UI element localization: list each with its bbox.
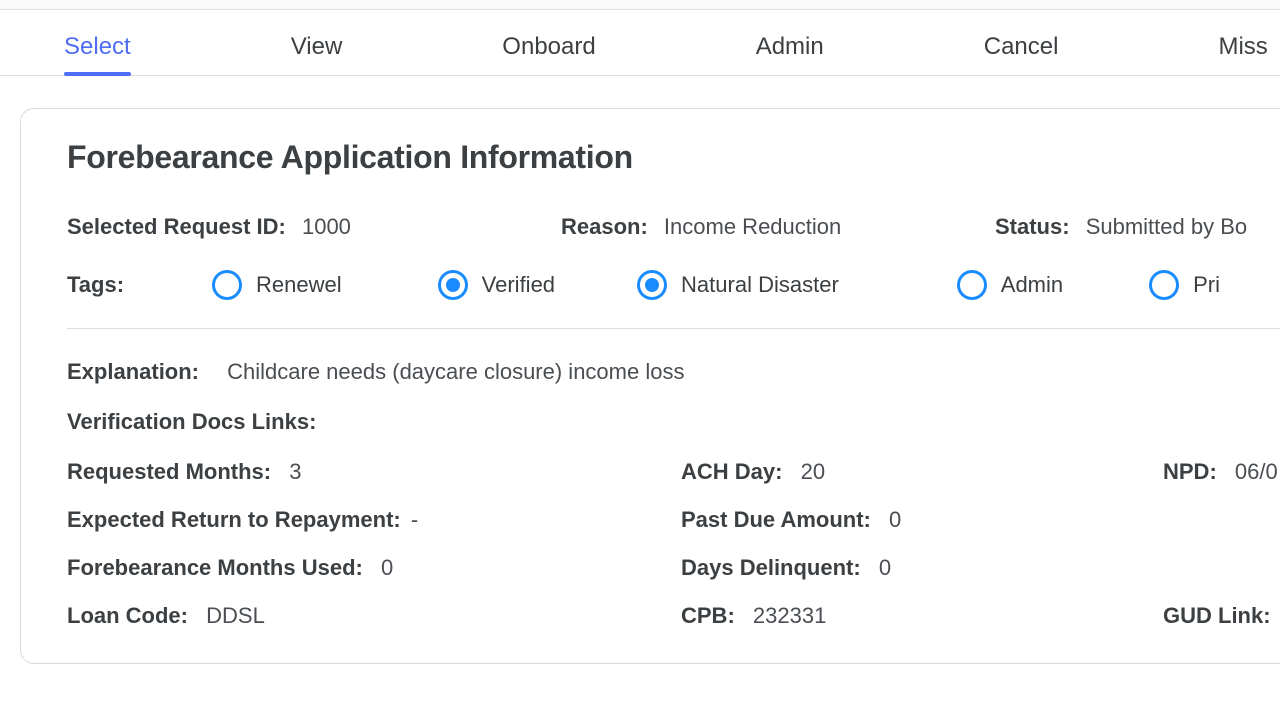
reason-label: Reason: — [561, 214, 648, 239]
summary-row: Selected Request ID: 1000 Reason: Income… — [67, 214, 1280, 240]
verification-docs-label: Verification Docs Links: — [67, 409, 316, 434]
radio-icon — [957, 270, 987, 300]
divider — [67, 328, 1280, 329]
months-used-value: 0 — [381, 555, 393, 580]
loan-code-label: Loan Code: — [67, 603, 188, 628]
request-id-label: Selected Request ID: — [67, 214, 286, 239]
tag-label: Verified — [482, 272, 555, 298]
reason-value: Income Reduction — [664, 214, 841, 239]
expected-return-label: Expected Return to Repayment: — [67, 507, 401, 532]
requested-months-value: 3 — [289, 459, 301, 484]
days-delinquent-value: 0 — [879, 555, 891, 580]
radio-icon — [438, 270, 468, 300]
tab-cancel[interactable]: Cancel — [984, 33, 1059, 75]
gud-link-label: GUD Link: — [1163, 603, 1271, 628]
days-delinquent-label: Days Delinquent: — [681, 555, 861, 580]
past-due-label: Past Due Amount: — [681, 507, 871, 532]
radio-icon — [637, 270, 667, 300]
expected-return-value: - — [411, 507, 418, 532]
ach-day-label: ACH Day: — [681, 459, 782, 484]
explanation-value: Childcare needs (daycare closure) income… — [227, 359, 684, 384]
loan-code-value: DDSL — [206, 603, 265, 628]
tags-label: Tags: — [67, 272, 124, 298]
tab-view[interactable]: View — [291, 33, 343, 75]
panel-title: Forebearance Application Information — [67, 139, 1280, 176]
cpb-label: CPB: — [681, 603, 735, 628]
status-label: Status: — [995, 214, 1070, 239]
radio-icon — [212, 270, 242, 300]
past-due-value: 0 — [889, 507, 901, 532]
tag-label: Natural Disaster — [681, 272, 839, 298]
status-value: Submitted by Bo — [1086, 214, 1247, 239]
tab-admin[interactable]: Admin — [756, 33, 824, 75]
tag-label: Admin — [1001, 272, 1063, 298]
tag-natural-disaster[interactable]: Natural Disaster — [637, 270, 839, 300]
tab-onboard[interactable]: Onboard — [502, 33, 595, 75]
npd-value: 06/0 — [1235, 459, 1278, 484]
tag-label: Renewel — [256, 272, 342, 298]
tag-verified[interactable]: Verified — [438, 270, 555, 300]
months-used-label: Forebearance Months Used: — [67, 555, 363, 580]
requested-months-label: Requested Months: — [67, 459, 271, 484]
application-panel: Forebearance Application Information Sel… — [20, 108, 1280, 664]
radio-icon — [1149, 270, 1179, 300]
tab-bar: Select View Onboard Admin Cancel Miss — [0, 10, 1280, 76]
tag-renewel[interactable]: Renewel — [212, 270, 342, 300]
tag-label: Pri — [1193, 272, 1220, 298]
npd-label: NPD: — [1163, 459, 1217, 484]
tag-admin[interactable]: Admin — [957, 270, 1063, 300]
explanation-label: Explanation: — [67, 359, 199, 384]
cpb-value: 232331 — [753, 603, 826, 628]
tab-select[interactable]: Select — [64, 33, 131, 75]
window-chrome — [0, 0, 1280, 10]
tags-row: Tags: Renewel Verified Natural Disaster … — [67, 270, 1280, 300]
tag-pri[interactable]: Pri — [1149, 270, 1220, 300]
ach-day-value: 20 — [801, 459, 825, 484]
tab-miss[interactable]: Miss — [1218, 33, 1267, 75]
request-id-value: 1000 — [302, 214, 351, 239]
